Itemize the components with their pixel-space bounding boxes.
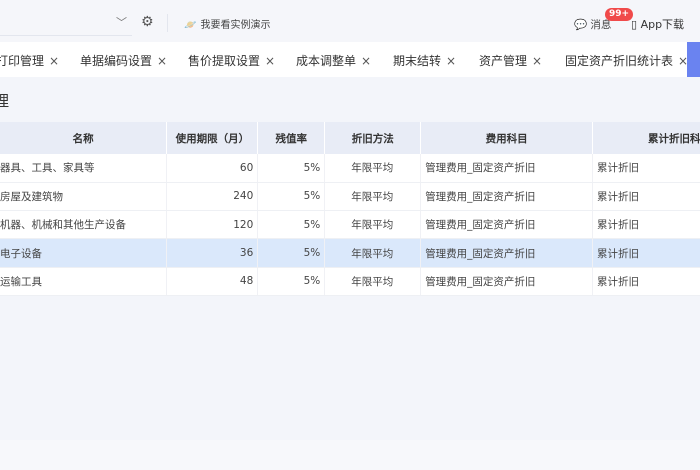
- cell-term: 48: [166, 267, 259, 296]
- top-bar: ﹀ ⚙ 🪐 我要看实例演示 💬 消息 99+ ▯ App下载: [0, 0, 700, 42]
- cell-expense: 管理费用_固定资产折旧: [420, 182, 594, 212]
- tab-label: 固定资产折旧统计表: [565, 54, 674, 68]
- cell-accumulated: 累计折旧: [592, 210, 700, 240]
- app-label: App下载: [640, 18, 685, 31]
- tab-depreciation-report[interactable]: 固定资产折旧统计表 ×: [565, 52, 688, 69]
- table-row[interactable]: 机器、机械和其他生产设备 120 5% 年限平均 管理费用_固定资产折旧 累计折旧: [0, 210, 700, 240]
- demo-link[interactable]: 🪐 我要看实例演示: [184, 16, 270, 31]
- tab-print[interactable]: 打印管理 ×: [0, 52, 59, 69]
- demo-label: 我要看实例演示: [200, 20, 271, 31]
- cell-accumulated: 累计折旧: [592, 238, 700, 268]
- close-icon[interactable]: ×: [157, 54, 167, 68]
- close-icon[interactable]: ×: [446, 54, 456, 68]
- divider: [167, 14, 168, 32]
- column-header-method[interactable]: 折旧方法: [324, 122, 422, 154]
- tab-scroll-button[interactable]: [687, 42, 700, 77]
- cell-expense: 管理费用_固定资产折旧: [420, 154, 594, 183]
- table-row[interactable]: 房屋及建筑物 240 5% 年限平均 管理费用_固定资产折旧 累计折旧: [0, 182, 700, 212]
- cell-method: 年限平均: [324, 210, 422, 240]
- tab-label: 成本调整单: [296, 54, 357, 68]
- table-row[interactable]: 电子设备 36 5% 年限平均 管理费用_固定资产折旧 累计折旧: [0, 238, 700, 268]
- cell-accumulated: 累计折旧: [592, 267, 700, 296]
- chevron-down-icon[interactable]: ﹀: [116, 14, 127, 30]
- cell-name: 房屋及建筑物: [0, 182, 168, 212]
- close-icon[interactable]: ×: [265, 54, 275, 68]
- cell-method: 年限平均: [324, 267, 422, 296]
- cell-method: 年限平均: [324, 182, 422, 212]
- tab-label: 资产管理: [479, 54, 528, 68]
- footer-bar: [0, 440, 700, 470]
- cell-residual: 5%: [257, 154, 326, 183]
- company-select[interactable]: [0, 10, 132, 36]
- tab-label: 打印管理: [0, 54, 45, 68]
- gear-icon[interactable]: ⚙: [141, 14, 154, 30]
- close-icon[interactable]: ×: [49, 54, 59, 68]
- close-icon[interactable]: ×: [532, 54, 542, 68]
- tab-bar: 打印管理 × 单据编码设置 × 售价提取设置 × 成本调整单 × 期末结转 × 资产管理 ×…: [0, 42, 700, 77]
- cell-accumulated: 累计折旧: [592, 182, 700, 212]
- tab-label: 单据编码设置: [80, 54, 153, 68]
- page-title: 理: [0, 92, 10, 110]
- tab-code-settings[interactable]: 单据编码设置 ×: [80, 52, 167, 69]
- column-header-residual[interactable]: 残值率: [257, 122, 326, 154]
- app-download-button[interactable]: ▯ App下载: [631, 16, 684, 32]
- tab-label: 售价提取设置: [188, 54, 261, 68]
- close-icon[interactable]: ×: [361, 54, 371, 68]
- cell-accumulated: 累计折旧: [592, 154, 700, 183]
- messages-button[interactable]: 💬 消息: [574, 17, 611, 32]
- cell-term: 120: [166, 210, 259, 240]
- cell-residual: 5%: [257, 238, 326, 268]
- tab-price-settings[interactable]: 售价提取设置 ×: [188, 52, 275, 69]
- column-header-term[interactable]: 使用期限（月）: [166, 122, 259, 154]
- tab-asset-management[interactable]: 资产管理 ×: [479, 52, 542, 69]
- cell-residual: 5%: [257, 267, 326, 296]
- tab-label: 期末结转: [393, 54, 442, 68]
- cell-residual: 5%: [257, 210, 326, 240]
- cell-expense: 管理费用_固定资产折旧: [420, 210, 594, 240]
- cell-term: 240: [166, 182, 259, 212]
- phone-icon: ▯: [631, 18, 638, 31]
- table-row[interactable]: 运输工具 48 5% 年限平均 管理费用_固定资产折旧 累计折旧: [0, 267, 700, 296]
- messages-label: 消息: [590, 19, 612, 31]
- cell-term: 36: [166, 238, 259, 268]
- cell-term: 60: [166, 154, 259, 183]
- cell-expense: 管理费用_固定资产折旧: [420, 267, 594, 296]
- table-row[interactable]: 器具、工具、家具等 60 5% 年限平均 管理费用_固定资产折旧 累计折旧: [0, 154, 700, 183]
- message-icon: 💬: [574, 19, 588, 31]
- cell-name: 器具、工具、家具等: [0, 154, 168, 183]
- cell-name: 机器、机械和其他生产设备: [0, 210, 168, 240]
- messages-badge: 99+: [605, 8, 634, 21]
- column-header-accumulated[interactable]: 累计折旧科: [592, 122, 700, 154]
- cell-name: 运输工具: [0, 267, 168, 296]
- tab-period-end[interactable]: 期末结转 ×: [393, 52, 456, 69]
- cell-method: 年限平均: [324, 238, 422, 268]
- planet-icon: 🪐: [184, 20, 197, 31]
- tab-cost-adjust[interactable]: 成本调整单 ×: [296, 52, 371, 69]
- cell-expense: 管理费用_固定资产折旧: [420, 238, 594, 268]
- cell-residual: 5%: [257, 182, 326, 212]
- column-header-expense[interactable]: 费用科目: [420, 122, 594, 154]
- cell-name: 电子设备: [0, 238, 168, 268]
- cell-method: 年限平均: [324, 154, 422, 183]
- column-header-name[interactable]: 名称: [0, 122, 168, 154]
- asset-category-table: 名称 使用期限（月） 残值率 折旧方法 费用科目 累计折旧科 器具、工具、家具等…: [0, 122, 700, 296]
